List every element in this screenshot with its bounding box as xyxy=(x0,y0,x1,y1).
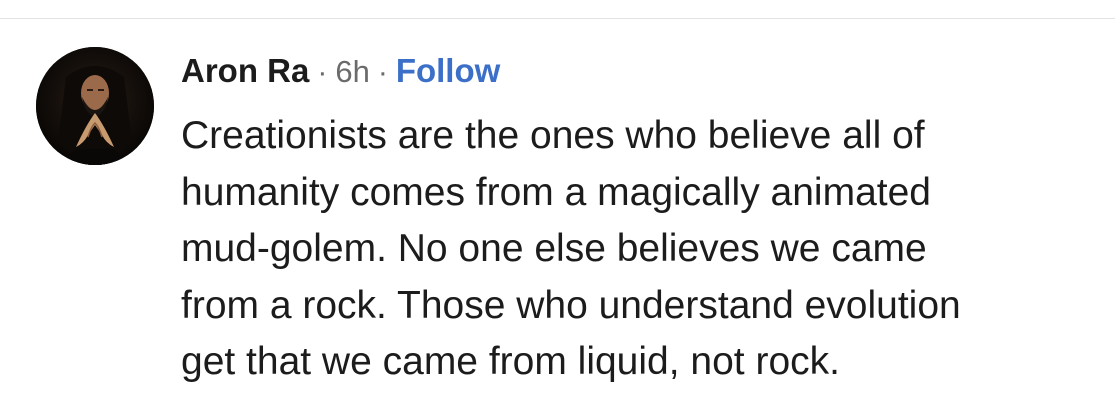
author-name[interactable]: Aron Ra xyxy=(181,52,309,90)
comment-body-line: from a rock. Those who understand evolut… xyxy=(181,283,961,327)
avatar-photo-icon xyxy=(36,47,154,165)
follow-button[interactable]: Follow xyxy=(396,52,500,90)
comment-body-line: get that we came from liquid, not rock. xyxy=(181,340,840,383)
avatar[interactable] xyxy=(36,47,154,165)
comment-header: Aron Ra · 6h · Follow xyxy=(181,52,500,92)
timestamp: 6h xyxy=(335,54,370,89)
separator-dot: · xyxy=(377,56,388,89)
separator-dot: · xyxy=(317,56,328,89)
comment-body-line: mud-golem. No one else believes we came xyxy=(181,227,927,270)
comment-body-line: Creationists are the ones who believe al… xyxy=(181,114,925,157)
comment: Aron Ra · 6h · Follow Creationists are t… xyxy=(0,0,1115,408)
comment-body: Creationists are the ones who believe al… xyxy=(181,108,1101,391)
comment-body-line: humanity comes from a magically animated xyxy=(181,170,931,214)
